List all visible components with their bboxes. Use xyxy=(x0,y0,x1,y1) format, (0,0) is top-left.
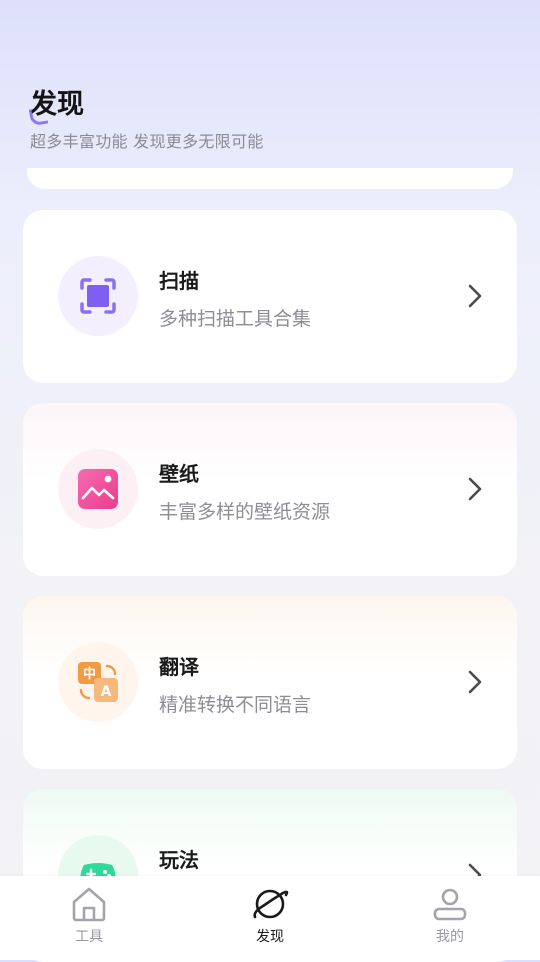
user-icon xyxy=(433,888,467,921)
chevron-right-icon xyxy=(468,477,482,501)
title-accent-mark xyxy=(28,106,49,127)
card-title: 壁纸 xyxy=(159,462,199,486)
tab-label: 我的 xyxy=(436,929,464,945)
tab-tools[interactable]: 工具 xyxy=(49,886,129,946)
svg-text:A: A xyxy=(101,684,112,700)
card-title: 扫描 xyxy=(159,269,199,293)
feature-card-translate[interactable]: 中 A 翻译 精准转换不同语言 xyxy=(23,596,517,769)
card-title: 翻译 xyxy=(159,655,199,679)
translate-icon-badge: 中 A xyxy=(58,642,138,722)
bottom-tab-bar: 工具 发现 我的 xyxy=(0,876,540,960)
feature-card-scan[interactable]: 扫描 多种扫描工具合集 xyxy=(23,210,517,383)
scrolled-card-edge xyxy=(27,168,513,189)
chevron-right-icon xyxy=(468,670,482,694)
scan-icon-badge xyxy=(58,256,138,336)
card-description: 丰富多样的壁纸资源 xyxy=(159,501,331,523)
chevron-right-icon xyxy=(468,284,482,308)
card-description: 精准转换不同语言 xyxy=(159,694,312,716)
tab-mine[interactable]: 我的 xyxy=(410,886,490,946)
wallpaper-icon xyxy=(78,469,118,509)
home-icon xyxy=(72,887,106,922)
page-title: 发现 xyxy=(28,86,264,127)
svg-text:中: 中 xyxy=(83,666,96,682)
page-subtitle: 超多丰富功能 发现更多无限可能 xyxy=(30,132,264,151)
planet-icon xyxy=(253,889,289,919)
scan-icon xyxy=(80,278,116,314)
card-title: 玩法 xyxy=(159,848,199,872)
translate-icon: 中 A xyxy=(78,662,118,702)
wallpaper-icon-badge xyxy=(58,449,138,529)
tab-discover[interactable]: 发现 xyxy=(230,886,310,946)
tab-label: 发现 xyxy=(256,929,284,945)
card-description: 多种扫描工具合集 xyxy=(159,308,312,330)
tab-label: 工具 xyxy=(75,929,103,945)
page-header: 发现 超多丰富功能 发现更多无限可能 xyxy=(28,86,264,152)
feature-card-wallpaper[interactable]: 壁纸 丰富多样的壁纸资源 xyxy=(23,403,517,576)
